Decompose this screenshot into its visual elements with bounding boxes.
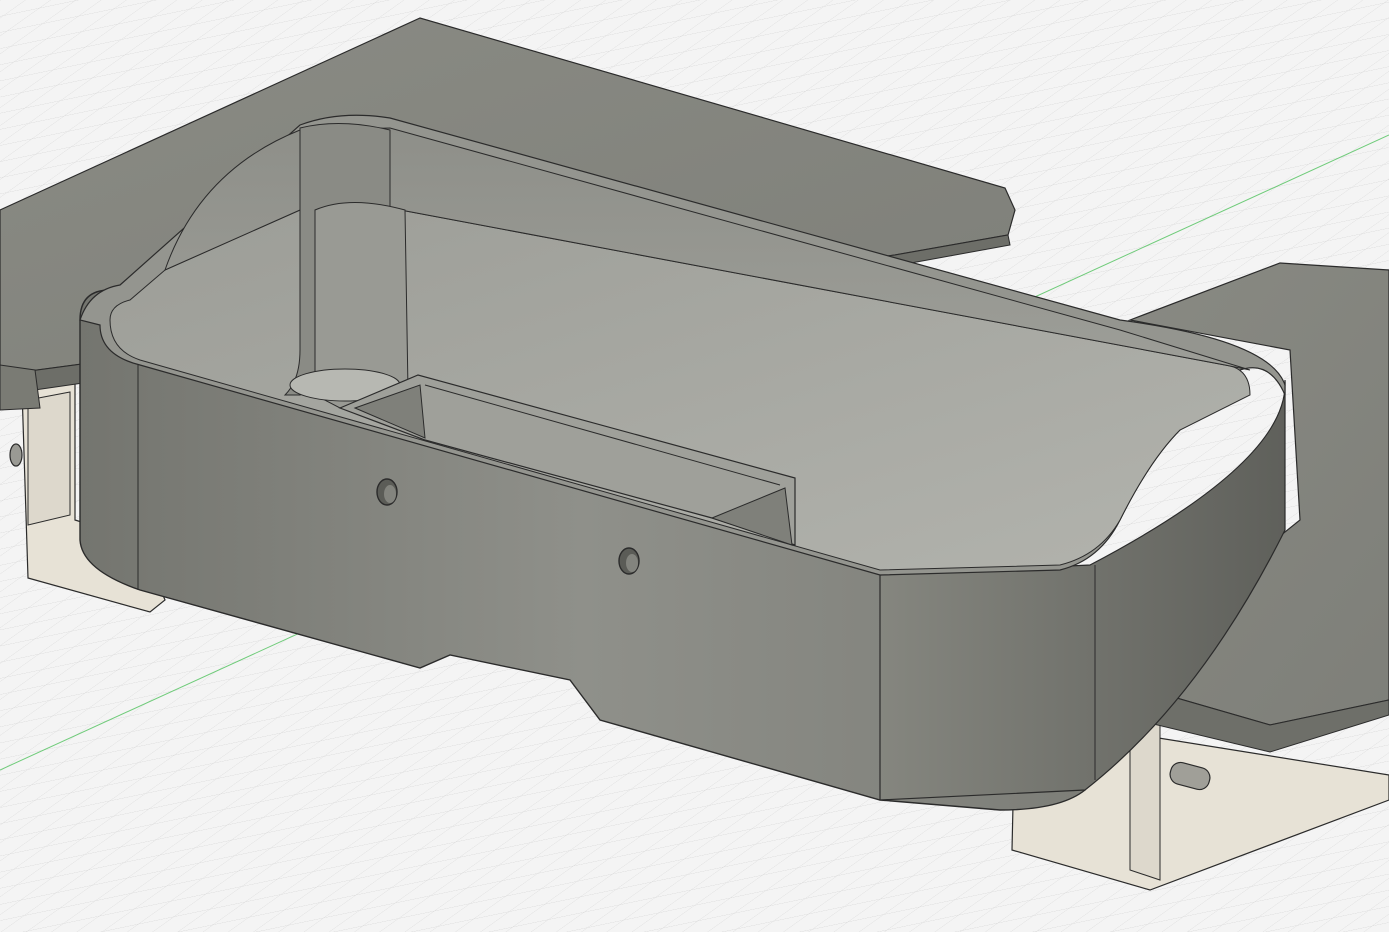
viewport-canvas[interactable] bbox=[0, 0, 1389, 932]
left-pin bbox=[9, 443, 23, 467]
3d-viewport[interactable] bbox=[0, 0, 1389, 932]
